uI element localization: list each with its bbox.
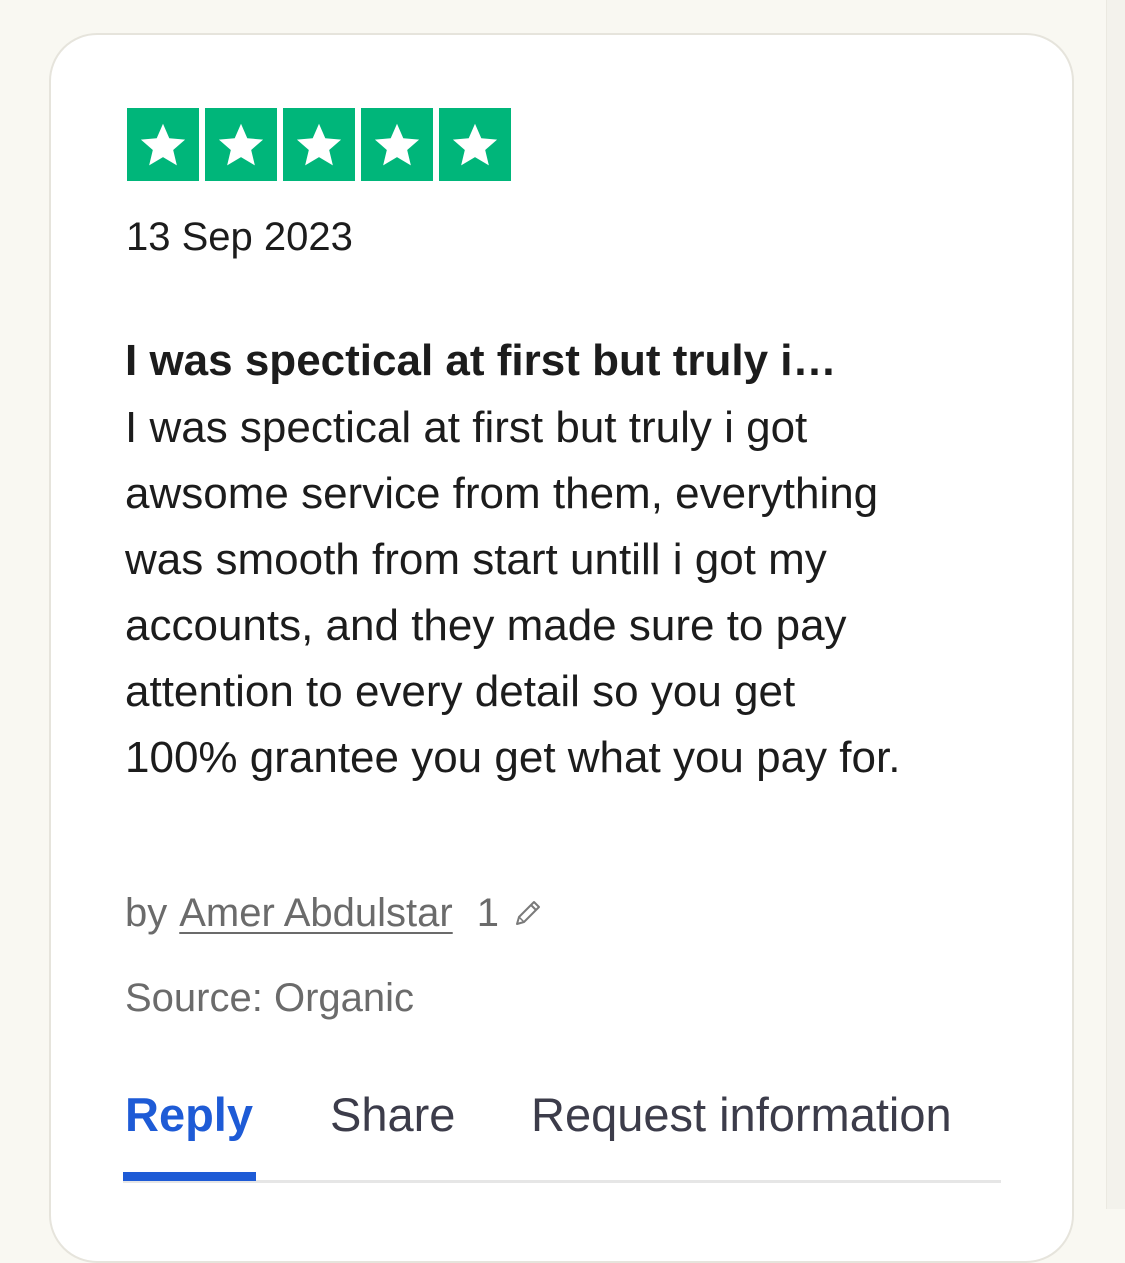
star-rating	[127, 108, 511, 181]
star-icon	[283, 108, 355, 181]
review-body-line: I was spectical at first but truly i got	[125, 403, 808, 452]
author-review-count: 1	[476, 891, 499, 935]
review-body-line: accounts, and they made sure to pay	[125, 601, 847, 650]
review-body-line: awsome service from them, everything	[125, 469, 879, 518]
star-icon	[127, 108, 199, 181]
share-button[interactable]: Share	[330, 1087, 455, 1142]
star-icon	[205, 108, 277, 181]
review-body: I was spectical at first but truly i got…	[125, 395, 1025, 791]
review-date: 13 Sep 2023	[126, 215, 353, 259]
review-actions: Reply Share Request information	[125, 1087, 1003, 1183]
author-prefix: by	[125, 891, 168, 935]
pencil-icon	[513, 893, 543, 925]
review-body-line: attention to every detail so you get	[125, 667, 796, 716]
active-tab-indicator	[123, 1172, 256, 1181]
page-scroll-edge	[1106, 0, 1125, 1209]
review-card: 13 Sep 2023 I was spectical at first but…	[49, 33, 1074, 1263]
review-title[interactable]: I was spectical at first but truly i…	[125, 336, 837, 386]
review-body-line: 100% grantee you get what you pay for.	[125, 733, 901, 782]
review-body-line: was smooth from start untill i got my	[125, 535, 827, 584]
review-source: Source: Organic	[125, 976, 415, 1020]
star-icon	[439, 108, 511, 181]
author-name-link[interactable]: Amer Abdulstar	[179, 891, 452, 936]
star-icon	[361, 108, 433, 181]
reply-button[interactable]: Reply	[125, 1087, 253, 1142]
review-author: by Amer Abdulstar 1	[125, 891, 543, 936]
request-information-button[interactable]: Request information	[531, 1087, 952, 1142]
